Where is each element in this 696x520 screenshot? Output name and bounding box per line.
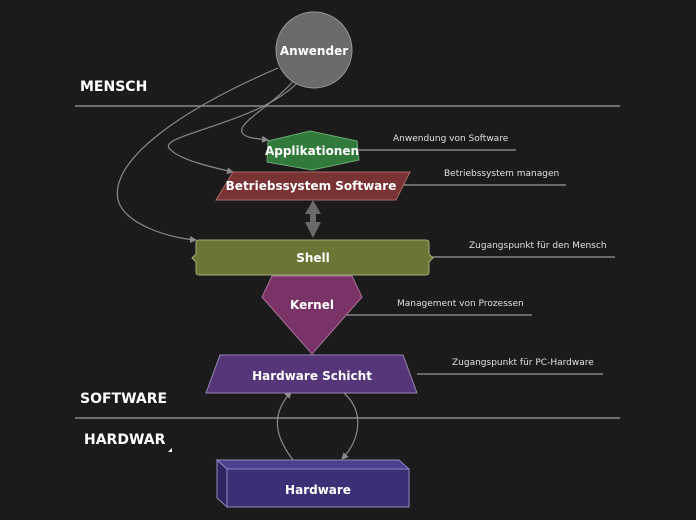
node-shell-label: Shell <box>296 251 330 265</box>
note-hardware-schicht: Zugangspunkt für PC-Hardware <box>452 358 594 368</box>
node-hardware[interactable]: Hardware <box>215 458 411 509</box>
node-kernel-label: Kernel <box>290 298 334 312</box>
node-applikationen[interactable]: Applikationen <box>265 130 360 171</box>
note-kernel: Management von Prozessen <box>397 299 524 309</box>
connector-anwender-applikationen <box>241 77 297 143</box>
note-shell: Zugangspunkt für den Mensch <box>469 241 607 251</box>
note-betriebssystem: Betriebssystem managen <box>444 169 559 179</box>
node-anwender-label: Anwender <box>280 44 348 58</box>
node-betriebssystem[interactable]: Betriebssystem Software <box>215 171 411 201</box>
node-betriebssystem-label: Betriebssystem Software <box>226 179 397 193</box>
node-hardware-side <box>216 458 228 509</box>
node-hardware-label: Hardware <box>285 483 351 497</box>
zone-label-mensch: MENSCH <box>80 79 147 95</box>
resize-handle-icon[interactable] <box>168 448 172 452</box>
diagram-canvas: MENSCH SOFTWARE HARDWAR Anwendung von So… <box>75 11 620 509</box>
connector-schicht-to-hardware <box>341 392 359 460</box>
zone-label-software: SOFTWARE <box>80 391 167 407</box>
connector-hardware-to-schicht <box>276 391 294 461</box>
node-hardware-top <box>215 459 411 470</box>
node-anwender[interactable]: Anwender <box>275 11 353 89</box>
node-applikationen-label: Applikationen <box>265 144 359 158</box>
zone-label-hardware: HARDWAR <box>84 432 166 448</box>
node-hardware-schicht[interactable]: Hardware Schicht <box>205 354 418 394</box>
node-hardware-schicht-label: Hardware Schicht <box>252 369 372 383</box>
note-applikationen: Anwendung von Software <box>393 134 509 144</box>
bidirectional-arrow-icon <box>305 200 321 238</box>
node-shell[interactable]: Shell <box>191 239 434 276</box>
